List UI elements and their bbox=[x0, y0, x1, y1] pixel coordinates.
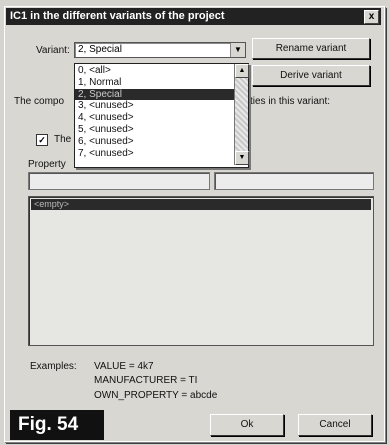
dropdown-option[interactable]: 0, <all> bbox=[75, 65, 234, 77]
variant-checkbox[interactable]: ✓ bbox=[36, 134, 48, 146]
dropdown-option[interactable]: 1, Normal bbox=[75, 77, 234, 89]
dropdown-option[interactable]: 6, <unused> bbox=[75, 136, 234, 148]
checkbox-label: The bbox=[54, 134, 72, 145]
variant-selected-value: 2, Special bbox=[78, 44, 122, 55]
dropdown-option[interactable]: 4, <unused> bbox=[75, 112, 234, 124]
component-text-right: ties in this variant: bbox=[250, 96, 331, 107]
window-title: IC1 in the different variants of the pro… bbox=[10, 10, 225, 22]
variant-dropdown-list[interactable]: 0, <all> 1, Normal 2, Special 3, <unused> 4,… bbox=[74, 63, 249, 168]
list-item[interactable]: <empty> bbox=[31, 199, 371, 210]
scroll-up-icon[interactable]: ▲ bbox=[235, 64, 249, 78]
dropdown-option[interactable]: 3, <unused> bbox=[75, 100, 234, 112]
close-button[interactable]: x bbox=[364, 10, 379, 24]
component-text-left: The compo bbox=[14, 96, 65, 107]
examples-label: Examples: bbox=[30, 361, 77, 372]
chevron-down-icon[interactable]: ▼ bbox=[230, 43, 245, 57]
property-name-field[interactable] bbox=[28, 172, 210, 190]
property-list[interactable]: <empty> bbox=[28, 196, 374, 346]
variant-label: Variant: bbox=[36, 45, 70, 56]
checkmark-icon: ✓ bbox=[38, 135, 46, 145]
dropdown-option[interactable]: 5, <unused> bbox=[75, 124, 234, 136]
ok-button[interactable]: Ok bbox=[210, 414, 284, 436]
example-line-1: VALUE = 4k7 bbox=[94, 361, 154, 372]
cancel-button[interactable]: Cancel bbox=[298, 414, 372, 436]
dropdown-items: 0, <all> 1, Normal 2, Special 3, <unused> 4,… bbox=[75, 65, 234, 159]
rename-variant-button[interactable]: Rename variant bbox=[252, 38, 370, 59]
property-value-field[interactable] bbox=[214, 172, 374, 190]
example-line-3: OWN_PROPERTY = abcde bbox=[94, 390, 218, 401]
dropdown-scrollbar[interactable]: ▲ ▼ bbox=[234, 64, 249, 165]
variant-select[interactable]: 2, Special ▼ bbox=[74, 42, 246, 58]
dropdown-option[interactable]: 7, <unused> bbox=[75, 148, 234, 160]
figure-label: Fig. 54 bbox=[10, 410, 104, 440]
close-icon: x bbox=[368, 11, 375, 22]
list-item-label: <empty> bbox=[34, 199, 70, 209]
dropdown-option[interactable]: 2, Special bbox=[75, 88, 234, 101]
derive-variant-button[interactable]: Derive variant bbox=[252, 65, 370, 86]
property-label: Property bbox=[28, 159, 66, 170]
title-bar: IC1 in the different variants of the pro… bbox=[6, 8, 381, 25]
scroll-down-icon[interactable]: ▼ bbox=[235, 151, 249, 165]
example-line-2: MANUFACTURER = TI bbox=[94, 375, 198, 386]
